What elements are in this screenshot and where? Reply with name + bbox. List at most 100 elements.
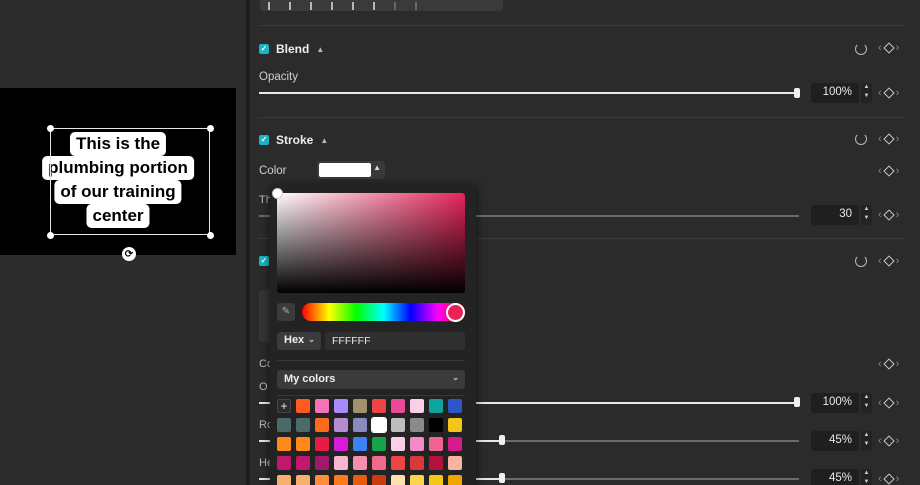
keyframe-diamond-icon[interactable] (883, 42, 895, 54)
reset-icon[interactable] (855, 43, 867, 55)
ro-slider-thumb[interactable] (499, 435, 505, 445)
next-keyframe-icon[interactable]: › (896, 358, 900, 370)
hue-slider[interactable] (302, 303, 465, 321)
color-swatch[interactable] (448, 475, 462, 485)
keyframe-diamond-icon[interactable] (883, 473, 895, 485)
resize-handle-bottom-left[interactable] (47, 232, 54, 239)
distribute-h-icon[interactable] (394, 1, 405, 10)
hue-slider-handle[interactable] (446, 303, 465, 322)
color-swatch[interactable] (448, 437, 462, 451)
he-value-field[interactable]: 45% (811, 469, 859, 485)
color-swatch[interactable] (353, 437, 367, 451)
color-swatch[interactable] (429, 399, 443, 413)
color-swatch[interactable] (277, 418, 291, 432)
rotate-icon[interactable]: ⟳ (122, 247, 136, 261)
he-stepper[interactable]: ▲ ▼ (861, 469, 872, 485)
align-bottom-icon[interactable] (373, 1, 384, 10)
color-swatch[interactable] (296, 456, 310, 470)
blend-checkbox[interactable]: ✓ (259, 44, 269, 54)
color-swatch[interactable] (391, 418, 405, 432)
resize-handle-bottom-right[interactable] (207, 232, 214, 239)
next-keyframe-icon[interactable]: › (896, 255, 900, 267)
keyframe-diamond-icon[interactable] (883, 358, 895, 370)
keyframe-diamond-icon[interactable] (883, 87, 895, 99)
color-mode-select[interactable]: Hex ⌄ (277, 332, 321, 350)
align-center-h-icon[interactable] (289, 1, 300, 10)
color-swatch[interactable] (277, 437, 291, 451)
stroke-color-button[interactable]: ▲ (317, 161, 385, 179)
saturation-value-area[interactable] (277, 193, 465, 293)
ro-value-field[interactable]: 45% (811, 431, 859, 451)
prev-keyframe-icon[interactable]: ‹ (878, 255, 882, 267)
color-swatch[interactable] (334, 437, 348, 451)
eyedropper-icon[interactable]: ✎ (277, 303, 295, 321)
color-swatch[interactable] (353, 399, 367, 413)
next-keyframe-icon[interactable]: › (896, 42, 900, 54)
align-left-icon[interactable] (268, 1, 279, 10)
color-swatch[interactable] (277, 475, 291, 485)
color-swatch[interactable] (429, 456, 443, 470)
opacity-value-field[interactable]: 100% (811, 83, 859, 103)
resize-handle-top-right[interactable] (207, 125, 214, 132)
he-slider-thumb[interactable] (499, 473, 505, 483)
keyframe-diamond-icon[interactable] (883, 209, 895, 221)
color-swatch[interactable] (334, 475, 348, 485)
color-swatch[interactable] (296, 475, 310, 485)
color-swatch[interactable] (296, 437, 310, 451)
prev-keyframe-icon[interactable]: ‹ (878, 42, 882, 54)
color-swatch[interactable] (372, 475, 386, 485)
color-swatch[interactable] (429, 418, 443, 432)
color-swatch[interactable] (391, 399, 405, 413)
hex-input[interactable]: FFFFFF (325, 332, 465, 350)
color-swatch[interactable] (315, 399, 329, 413)
color-swatch[interactable] (315, 418, 329, 432)
prev-keyframe-icon[interactable]: ‹ (878, 435, 882, 447)
video-preview[interactable]: This is the plumbing portion of our trai… (0, 88, 236, 255)
color-swatch[interactable] (448, 456, 462, 470)
ro-stepper[interactable]: ▲ ▼ (861, 431, 872, 451)
stroke-checkbox[interactable]: ✓ (259, 135, 269, 145)
color-swatch[interactable] (372, 437, 386, 451)
color-swatch[interactable] (315, 475, 329, 485)
section3-header[interactable]: ✓ (259, 256, 269, 266)
color-swatch[interactable] (429, 437, 443, 451)
thickness-stepper[interactable]: ▲ ▼ (861, 205, 872, 225)
thickness-value-field[interactable]: 30 (811, 205, 859, 225)
color-swatch[interactable] (296, 399, 310, 413)
color-swatch[interactable] (391, 437, 405, 451)
color-swatch[interactable] (391, 475, 405, 485)
color-swatch[interactable] (429, 475, 443, 485)
color-swatch[interactable] (391, 456, 405, 470)
color-swatch[interactable] (371, 417, 387, 433)
color-swatch[interactable] (353, 418, 367, 432)
color-swatch[interactable] (372, 456, 386, 470)
prev-keyframe-icon[interactable]: ‹ (878, 133, 882, 145)
color-swatch[interactable] (277, 456, 291, 470)
next-keyframe-icon[interactable]: › (896, 473, 900, 485)
prev-keyframe-icon[interactable]: ‹ (878, 473, 882, 485)
color-swatch[interactable] (410, 456, 424, 470)
prev-keyframe-icon[interactable]: ‹ (878, 358, 882, 370)
color-swatch[interactable] (410, 418, 424, 432)
color-swatch[interactable] (410, 437, 424, 451)
stroke-section-header[interactable]: ✓ Stroke ▲ (259, 133, 328, 147)
lower-opacity-value-field[interactable]: 100% (811, 393, 859, 413)
add-color-button[interactable]: + (277, 399, 291, 413)
distribute-v-icon[interactable] (415, 1, 426, 10)
color-swatch[interactable] (410, 399, 424, 413)
reset-icon[interactable] (855, 133, 867, 145)
prev-keyframe-icon[interactable]: ‹ (878, 397, 882, 409)
prev-keyframe-icon[interactable]: ‹ (878, 87, 882, 99)
color-swatch[interactable] (353, 475, 367, 485)
lower-opacity-stepper[interactable]: ▲ ▼ (861, 393, 872, 413)
prev-keyframe-icon[interactable]: ‹ (878, 165, 882, 177)
color-swatch[interactable] (448, 399, 462, 413)
color-swatch[interactable] (315, 456, 329, 470)
prev-keyframe-icon[interactable]: ‹ (878, 209, 882, 221)
blend-section-header[interactable]: ✓ Blend ▲ (259, 42, 324, 56)
opacity-slider-thumb[interactable] (794, 88, 800, 98)
color-swatch[interactable] (334, 399, 348, 413)
my-colors-dropdown[interactable]: My colors ⌄ (277, 370, 465, 389)
align-right-icon[interactable] (310, 1, 321, 10)
color-swatch[interactable] (315, 437, 329, 451)
